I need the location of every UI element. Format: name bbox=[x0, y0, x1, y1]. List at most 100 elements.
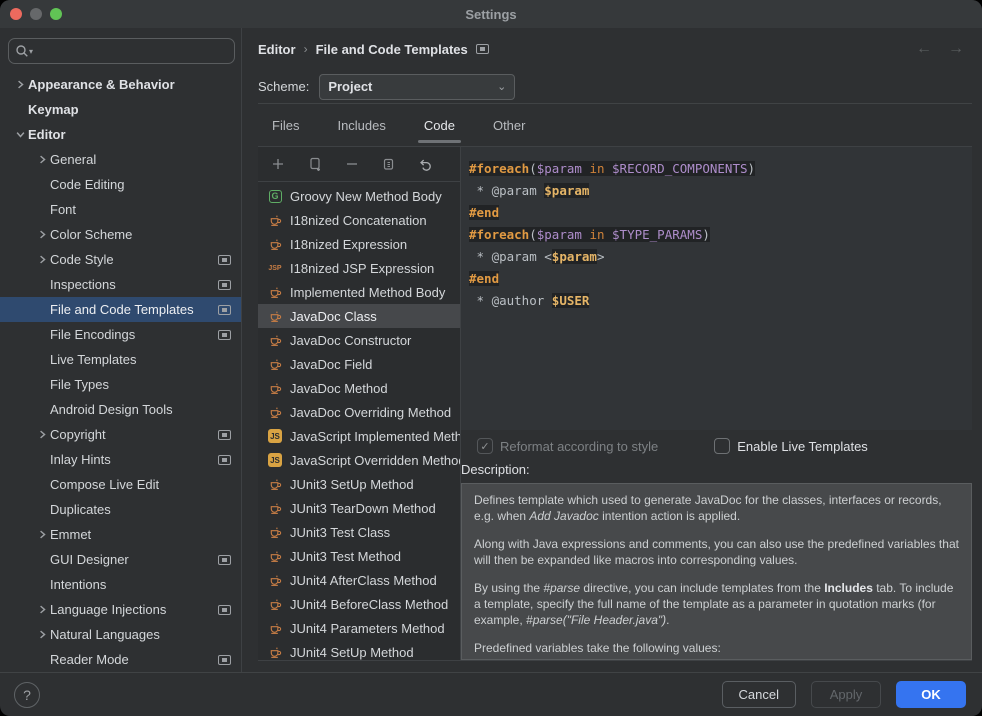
sidebar-item-reader-mode[interactable]: Reader Mode bbox=[0, 647, 241, 672]
remove-icon[interactable] bbox=[344, 156, 360, 172]
template-list-item[interactable]: JSJavaScript Implemented Method bbox=[258, 424, 460, 448]
zoom-window-button[interactable] bbox=[50, 8, 62, 20]
template-list-item[interactable]: Implemented Method Body bbox=[258, 280, 460, 304]
breadcrumb-editor[interactable]: Editor bbox=[258, 42, 296, 57]
add-icon[interactable] bbox=[270, 156, 286, 172]
template-list-item[interactable]: JUnit3 TearDown Method bbox=[258, 496, 460, 520]
duplicate-icon[interactable] bbox=[307, 156, 323, 172]
template-list-item[interactable]: I18nized Concatenation bbox=[258, 208, 460, 232]
template-name: Implemented Method Body bbox=[290, 285, 445, 300]
scheme-row: Scheme: Project ⌄ bbox=[258, 70, 972, 104]
per-project-monitor-icon bbox=[218, 430, 231, 440]
ok-button[interactable]: OK bbox=[896, 681, 966, 708]
sidebar-item-font[interactable]: Font bbox=[0, 197, 241, 222]
apply-button[interactable]: Apply bbox=[811, 681, 881, 708]
description-paragraph: Defines template which used to generate … bbox=[474, 492, 959, 524]
reformat-checkbox[interactable]: ✓ Reformat according to style bbox=[477, 438, 658, 454]
cancel-button[interactable]: Cancel bbox=[722, 681, 796, 708]
java-file-icon bbox=[267, 332, 283, 348]
template-list-item[interactable]: JUnit4 SetUp Method bbox=[258, 640, 460, 660]
sidebar-item-code-style[interactable]: Code Style bbox=[0, 247, 241, 272]
sidebar-item-natural-languages[interactable]: Natural Languages bbox=[0, 622, 241, 647]
sidebar-item-label: Inspections bbox=[50, 277, 218, 292]
chevron-collapsed-icon bbox=[34, 630, 50, 639]
code-token: ( bbox=[529, 161, 537, 176]
template-name: JUnit3 Test Method bbox=[290, 549, 401, 564]
sidebar-item-intentions[interactable]: Intentions bbox=[0, 572, 241, 597]
sidebar-item-color-scheme[interactable]: Color Scheme bbox=[0, 222, 241, 247]
chevron-expanded-icon bbox=[12, 130, 28, 139]
template-code-editor[interactable]: #foreach($param in $RECORD_COMPONENTS) *… bbox=[461, 147, 972, 430]
code-token: $RECORD_COMPONENTS bbox=[612, 161, 747, 176]
template-list-item[interactable]: JavaDoc Method bbox=[258, 376, 460, 400]
template-list-item[interactable]: JavaDoc Constructor bbox=[258, 328, 460, 352]
sidebar-item-code-editing[interactable]: Code Editing bbox=[0, 172, 241, 197]
description-segment: #parse bbox=[543, 581, 580, 595]
tab-files[interactable]: Files bbox=[266, 104, 305, 146]
sidebar-item-label: Intentions bbox=[50, 577, 241, 592]
checkbox-checked-icon: ✓ bbox=[477, 438, 493, 454]
template-name: JUnit4 BeforeClass Method bbox=[290, 597, 448, 612]
sidebar-item-general[interactable]: General bbox=[0, 147, 241, 172]
enable-live-templates-checkbox[interactable]: Enable Live Templates bbox=[714, 438, 868, 454]
sidebar-item-gui-designer[interactable]: GUI Designer bbox=[0, 547, 241, 572]
template-editor-pane: #foreach($param in $RECORD_COMPONENTS) *… bbox=[461, 147, 972, 660]
sidebar-item-language-injections[interactable]: Language Injections bbox=[0, 597, 241, 622]
tab-label: Files bbox=[272, 118, 299, 133]
sidebar-item-keymap[interactable]: Keymap bbox=[0, 97, 241, 122]
sidebar-item-file-encodings[interactable]: File Encodings bbox=[0, 322, 241, 347]
forward-arrow-icon[interactable]: → bbox=[948, 40, 964, 58]
tab-label: Includes bbox=[337, 118, 385, 133]
template-list-item[interactable]: JUnit3 Test Method bbox=[258, 544, 460, 568]
scheme-select[interactable]: Project ⌄ bbox=[319, 74, 515, 100]
sidebar-item-editor[interactable]: Editor bbox=[0, 122, 241, 147]
sidebar-item-inspections[interactable]: Inspections bbox=[0, 272, 241, 297]
settings-search-input[interactable] bbox=[35, 44, 228, 59]
help-button[interactable]: ? bbox=[14, 682, 40, 708]
description-segment: directive, you can include templates fro… bbox=[580, 581, 824, 595]
minimize-window-button[interactable] bbox=[30, 8, 42, 20]
groovy-file-icon: G bbox=[267, 188, 283, 204]
sidebar-item-android-design-tools[interactable]: Android Design Tools bbox=[0, 397, 241, 422]
sidebar-item-live-templates[interactable]: Live Templates bbox=[0, 347, 241, 372]
sidebar-item-duplicates[interactable]: Duplicates bbox=[0, 497, 241, 522]
selected-tab-underline bbox=[418, 140, 461, 143]
settings-search-box[interactable]: ▾ bbox=[8, 38, 235, 64]
revert-icon[interactable] bbox=[418, 156, 434, 172]
sidebar-item-emmet[interactable]: Emmet bbox=[0, 522, 241, 547]
template-list-item[interactable]: JUnit4 AfterClass Method bbox=[258, 568, 460, 592]
template-list-item[interactable]: JavaDoc Overriding Method bbox=[258, 400, 460, 424]
template-list-item[interactable]: JavaDoc Field bbox=[258, 352, 460, 376]
close-window-button[interactable] bbox=[10, 8, 22, 20]
sidebar-item-appearance-behavior[interactable]: Appearance & Behavior bbox=[0, 72, 241, 97]
code-token bbox=[605, 227, 613, 242]
back-arrow-icon[interactable]: ← bbox=[916, 40, 932, 58]
template-list-item[interactable]: JavaDoc Class bbox=[258, 304, 460, 328]
template-list-item[interactable]: JUnit3 Test Class bbox=[258, 520, 460, 544]
tab-code[interactable]: Code bbox=[418, 104, 461, 146]
sidebar-item-file-types[interactable]: File Types bbox=[0, 372, 241, 397]
sidebar-item-label: Emmet bbox=[50, 527, 241, 542]
sidebar-item-copyright[interactable]: Copyright bbox=[0, 422, 241, 447]
tab-includes[interactable]: Includes bbox=[331, 104, 391, 146]
sidebar-item-inlay-hints[interactable]: Inlay Hints bbox=[0, 447, 241, 472]
template-list-item[interactable]: JUnit4 BeforeClass Method bbox=[258, 592, 460, 616]
tab-other[interactable]: Other bbox=[487, 104, 532, 146]
template-list-item[interactable]: JSJavaScript Overridden Method bbox=[258, 448, 460, 472]
search-options-caret-icon[interactable]: ▾ bbox=[29, 47, 33, 56]
template-list: GGroovy New Method BodyI18nized Concaten… bbox=[258, 182, 460, 660]
sidebar-item-label: Reader Mode bbox=[50, 652, 218, 667]
template-list-item[interactable]: JUnit3 SetUp Method bbox=[258, 472, 460, 496]
template-list-item[interactable]: I18nized Expression bbox=[258, 232, 460, 256]
per-project-monitor-icon bbox=[218, 455, 231, 465]
template-list-item[interactable]: JUnit4 Parameters Method bbox=[258, 616, 460, 640]
copy-icon[interactable] bbox=[381, 156, 397, 172]
template-list-item[interactable]: JSPI18nized JSP Expression bbox=[258, 256, 460, 280]
traffic-lights bbox=[10, 8, 62, 20]
sidebar-item-label: Duplicates bbox=[50, 502, 241, 517]
sidebar-item-compose-live-edit[interactable]: Compose Live Edit bbox=[0, 472, 241, 497]
sidebar-item-file-and-code-templates[interactable]: File and Code Templates bbox=[0, 297, 241, 322]
template-list-item[interactable]: GGroovy New Method Body bbox=[258, 184, 460, 208]
settings-tree: Appearance & BehaviorKeymapEditorGeneral… bbox=[0, 72, 241, 672]
js-file-icon: JS bbox=[267, 428, 283, 444]
